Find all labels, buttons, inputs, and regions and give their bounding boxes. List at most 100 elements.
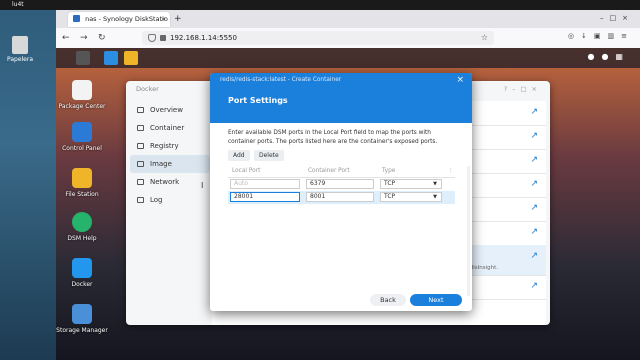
docker-window-title: Docker: [136, 85, 159, 93]
storage-manager-label: Storage Manager: [56, 327, 108, 334]
registry-icon: [137, 143, 144, 149]
type-value: TCP: [384, 180, 396, 187]
window-controls[interactable]: –□×: [600, 14, 634, 22]
add-button[interactable]: Add: [228, 150, 250, 161]
browser-window: nas - Synology DiskStatio × + –□× ← → ↻ …: [56, 10, 640, 360]
file-station-icon: [72, 168, 92, 188]
table-row[interactable]: 28001 8001 TCP ▼: [228, 191, 455, 204]
dialog-title: Port Settings: [228, 96, 288, 105]
dsm-tray-icons[interactable]: ●●▦: [587, 52, 630, 61]
dsm-help-desktop-icon[interactable]: DSM Help: [56, 212, 108, 242]
nav-label: Overview: [150, 106, 183, 114]
docker-window-controls[interactable]: ?–□×: [504, 85, 542, 93]
nav-registry[interactable]: Registry: [130, 137, 210, 155]
main-menu-icon[interactable]: [76, 51, 90, 65]
storage-manager-icon: [72, 304, 92, 324]
chevron-down-icon: ▼: [433, 194, 437, 200]
table-row[interactable]: Auto 6379 TCP ▼: [228, 178, 455, 191]
host-top-bar: lu4t: [0, 0, 640, 10]
tab-title: nas - Synology DiskStatio: [85, 15, 168, 23]
dsm-help-label: DSM Help: [67, 235, 97, 242]
external-link-icon[interactable]: ↗: [530, 107, 538, 117]
back-arrow-icon[interactable]: ←: [62, 31, 70, 45]
col-type: Type: [382, 168, 396, 174]
file-station-taskbar-icon[interactable]: [124, 51, 138, 65]
close-icon[interactable]: ×: [456, 75, 464, 85]
dialog-subtitle: redis/redis-stack:latest - Create Contai…: [220, 77, 342, 83]
docker-taskbar-icon[interactable]: [104, 51, 118, 65]
new-tab-button[interactable]: +: [174, 12, 182, 26]
url-text: 192.168.1.14:5550: [170, 34, 237, 42]
type-value: TCP: [384, 193, 396, 200]
chevron-down-icon: ▼: [433, 181, 437, 187]
column-menu-icon[interactable]: ⋮: [448, 166, 454, 177]
dialog-header: redis/redis-stack:latest - Create Contai…: [210, 73, 472, 123]
nav-label: Image: [150, 160, 172, 168]
file-station-desktop-icon[interactable]: File Station: [56, 168, 108, 198]
create-container-dialog: redis/redis-stack:latest - Create Contai…: [210, 73, 472, 311]
trash-icon: [12, 36, 28, 54]
storage-manager-desktop-icon[interactable]: Storage Manager: [56, 304, 108, 334]
overview-icon: [137, 107, 144, 113]
help-icon: [72, 212, 92, 232]
external-link-icon[interactable]: ↗: [530, 131, 538, 141]
external-link-icon[interactable]: ↗: [530, 227, 538, 237]
nav-overview[interactable]: Overview: [130, 101, 210, 119]
nav-label: Network: [150, 178, 180, 186]
dialog-description: Enter available DSM ports in the Local P…: [228, 130, 438, 145]
delete-button[interactable]: Delete: [254, 150, 284, 161]
tab-close-icon[interactable]: ×: [161, 12, 166, 27]
table-scrollbar[interactable]: [467, 166, 470, 296]
bookmark-star-icon[interactable]: ☆: [481, 31, 488, 45]
nav-label: Registry: [150, 142, 179, 150]
image-icon: [137, 161, 144, 167]
file-station-label: File Station: [65, 191, 99, 198]
browser-tab[interactable]: nas - Synology DiskStatio ×: [68, 12, 170, 27]
col-container-port: Container Port: [308, 168, 350, 174]
col-local-port: Local Port: [232, 168, 261, 174]
control-panel-desktop-icon[interactable]: Control Panel: [56, 122, 108, 152]
synology-favicon-icon: [73, 15, 80, 22]
text-cursor-icon: I: [201, 181, 204, 190]
local-port-input[interactable]: 28001: [230, 192, 300, 202]
nav-image[interactable]: Image: [130, 155, 210, 173]
next-button[interactable]: Next: [410, 294, 462, 306]
external-link-icon[interactable]: ↗: [530, 155, 538, 165]
url-bar[interactable]: 192.168.1.14:5550 ☆: [142, 31, 494, 45]
external-link-icon[interactable]: ↗: [530, 281, 538, 291]
package-center-desktop-icon[interactable]: Package Center: [56, 80, 108, 110]
package-center-label: Package Center: [58, 103, 106, 110]
lock-icon: [160, 35, 166, 41]
network-icon: [137, 179, 144, 185]
docker-desktop-icon[interactable]: Docker: [56, 258, 108, 288]
external-link-icon[interactable]: ↗: [530, 203, 538, 213]
trash-desktop-icon[interactable]: Papelera: [4, 36, 36, 63]
tab-bar: nas - Synology DiskStatio × + –□×: [56, 10, 640, 28]
docker-label: Docker: [71, 281, 93, 288]
forward-arrow-icon[interactable]: →: [80, 31, 88, 45]
log-icon: [137, 197, 144, 203]
dsm-desktop: ●●▦ Package Center Control Panel File St…: [56, 48, 640, 360]
local-port-input[interactable]: Auto: [230, 179, 300, 189]
toolbar-extension-icons[interactable]: ◎↓▣▥≡: [568, 32, 634, 40]
trash-label: Papelera: [6, 56, 34, 63]
docker-whale-icon: [72, 258, 92, 278]
external-link-icon[interactable]: ↗: [530, 179, 538, 189]
type-select[interactable]: TCP ▼: [380, 192, 442, 202]
docker-sidebar: Overview Container Registry Image Networ…: [130, 101, 210, 209]
control-panel-label: Control Panel: [62, 145, 102, 152]
nav-container[interactable]: Container: [130, 119, 210, 137]
nav-log[interactable]: Log: [130, 191, 210, 209]
host-title: lu4t: [12, 1, 24, 8]
nav-label: Log: [150, 196, 163, 204]
shield-icon: [148, 34, 156, 42]
control-panel-icon: [72, 122, 92, 142]
type-select[interactable]: TCP ▼: [380, 179, 442, 189]
nav-label: Container: [150, 124, 185, 132]
reload-icon[interactable]: ↻: [98, 31, 106, 45]
external-link-icon[interactable]: ↗: [530, 251, 538, 261]
nav-network[interactable]: Network: [130, 173, 210, 191]
port-table: Local Port Container Port Type ⋮ Auto 63…: [228, 166, 455, 204]
back-button[interactable]: Back: [370, 294, 406, 306]
container-port-field: 6379: [306, 179, 374, 189]
